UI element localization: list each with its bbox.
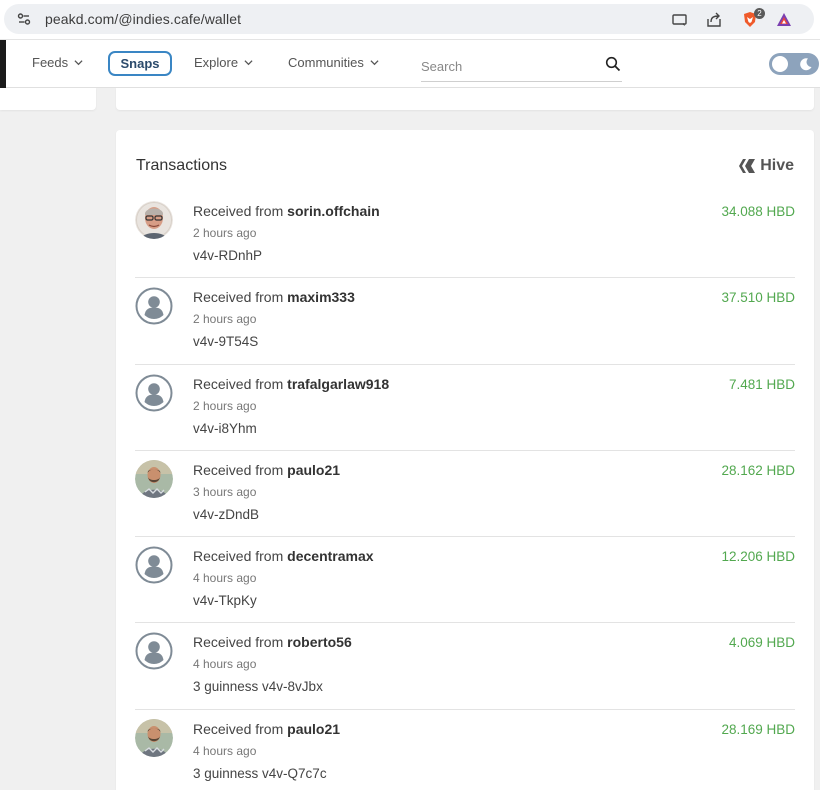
transaction-description: Received from paulo21 bbox=[193, 462, 340, 478]
transaction-description: Received from sorin.offchain bbox=[193, 203, 380, 219]
transaction-row: Received from paulo21 3 hours ago v4v-zDnd… bbox=[135, 451, 795, 538]
search-input[interactable] bbox=[421, 55, 591, 77]
transaction-prefix: Received from bbox=[193, 289, 284, 306]
brave-badge: 2 bbox=[754, 8, 765, 19]
transaction-description: Received from roberto56 bbox=[193, 634, 352, 650]
avatar[interactable] bbox=[135, 546, 173, 584]
transaction-row: Received from roberto56 4 hours ago 3 guin… bbox=[135, 623, 795, 710]
sender-username[interactable]: paulo21 bbox=[287, 721, 340, 737]
transaction-time: 2 hours ago bbox=[193, 312, 257, 327]
transaction-prefix: Received from bbox=[193, 634, 284, 651]
toggle-knob bbox=[772, 56, 788, 72]
transaction-memo: v4v-TkpKy bbox=[193, 593, 257, 609]
transaction-prefix: Received from bbox=[193, 375, 284, 392]
snaps-button[interactable]: Snaps bbox=[108, 51, 172, 76]
transaction-prefix: Received from bbox=[193, 548, 284, 565]
share-icon[interactable] bbox=[705, 11, 723, 29]
avatar[interactable] bbox=[135, 287, 173, 325]
sender-username[interactable]: sorin.offchain bbox=[287, 203, 380, 219]
transaction-description: Received from decentramax bbox=[193, 548, 374, 564]
transaction-amount: 7.481 HBD bbox=[728, 376, 795, 392]
transaction-time: 4 hours ago bbox=[193, 571, 257, 586]
transaction-description: Received from maxim333 bbox=[193, 289, 355, 305]
hive-logo-icon bbox=[739, 159, 756, 173]
address-bar[interactable]: peakd.com/@indies.cafe/wallet 2 bbox=[4, 4, 814, 34]
browser-toolbar: peakd.com/@indies.cafe/wallet 2 bbox=[0, 0, 820, 40]
transaction-time: 2 hours ago bbox=[193, 226, 257, 240]
transaction-memo: v4v-i8Yhm bbox=[193, 420, 257, 436]
avatar[interactable] bbox=[135, 201, 173, 239]
hive-label-text: Hive bbox=[760, 157, 794, 174]
sender-username[interactable]: maxim333 bbox=[287, 289, 355, 305]
transaction-prefix: Received from bbox=[193, 720, 284, 737]
avatar[interactable] bbox=[135, 374, 173, 412]
hive-currency-label: Hive bbox=[738, 157, 794, 175]
feeds-menu[interactable]: Feeds bbox=[32, 55, 83, 70]
transaction-row: Received from trafalgarlaw918 2 hours ago… bbox=[135, 365, 795, 451]
avatar[interactable] bbox=[135, 459, 173, 498]
transaction-amount: 28.169 HBD bbox=[721, 721, 795, 737]
transaction-row: Received from maxim333 2 hours ago v4v-9T5… bbox=[135, 278, 795, 365]
sender-username[interactable]: roberto56 bbox=[287, 634, 352, 650]
sender-username[interactable]: decentramax bbox=[287, 548, 373, 564]
transaction-description: Received from trafalgarlaw918 bbox=[193, 376, 389, 392]
theme-toggle[interactable] bbox=[769, 53, 819, 75]
transaction-amount: 34.088 HBD bbox=[721, 204, 795, 219]
transaction-time: 4 hours ago bbox=[193, 743, 257, 758]
communities-menu[interactable]: Communities bbox=[288, 55, 379, 70]
moon-icon bbox=[800, 58, 812, 71]
transaction-memo: 3 guinness v4v-Q7c7c bbox=[193, 765, 327, 781]
site-navbar: Feeds Snaps Explore Communities bbox=[0, 40, 820, 88]
site-settings-icon[interactable] bbox=[16, 11, 32, 27]
search-icon[interactable] bbox=[605, 56, 621, 72]
explore-menu[interactable]: Explore bbox=[194, 55, 253, 70]
transaction-row: Received from paulo21 4 hours ago 3 guinne… bbox=[135, 710, 795, 790]
transaction-prefix: Received from bbox=[193, 461, 284, 478]
transaction-amount: 28.162 HBD bbox=[721, 462, 795, 478]
transactions-card: Transactions Hive Received from sorin.of… bbox=[116, 130, 814, 790]
transaction-amount: 37.510 HBD bbox=[721, 290, 795, 306]
transaction-memo: v4v-9T54S bbox=[193, 334, 259, 350]
transactions-list: Received from sorin.offchain 2 hours ago v… bbox=[135, 192, 795, 790]
chevron-down-icon bbox=[370, 60, 379, 66]
sender-username[interactable]: paulo21 bbox=[287, 462, 340, 478]
transaction-amount: 4.069 HBD bbox=[728, 635, 795, 651]
transaction-time: 2 hours ago bbox=[193, 398, 257, 413]
transaction-row: Received from sorin.offchain 2 hours ago v… bbox=[135, 192, 795, 279]
sidebar-card-fragment bbox=[0, 88, 96, 110]
chevron-down-icon bbox=[74, 60, 83, 66]
transaction-memo: v4v-RDnhP bbox=[193, 248, 263, 263]
transaction-time: 4 hours ago bbox=[193, 657, 257, 672]
search-box bbox=[421, 50, 622, 82]
transaction-amount: 12.206 HBD bbox=[721, 549, 795, 565]
url-text[interactable]: peakd.com/@indies.cafe/wallet bbox=[45, 11, 241, 27]
transaction-row: Received from decentramax 4 hours ago v4v-… bbox=[135, 537, 795, 624]
transaction-time: 3 hours ago bbox=[193, 484, 257, 499]
feeds-label: Feeds bbox=[32, 55, 69, 70]
chevron-down-icon bbox=[244, 60, 253, 66]
sender-username[interactable]: trafalgarlaw918 bbox=[287, 376, 389, 392]
transaction-memo: v4v-zDndB bbox=[193, 506, 260, 522]
cast-icon[interactable] bbox=[671, 11, 689, 29]
avatar[interactable] bbox=[135, 632, 173, 670]
transaction-description: Received from paulo21 bbox=[193, 721, 340, 737]
transactions-title: Transactions bbox=[136, 157, 227, 174]
brave-rewards-icon[interactable] bbox=[775, 11, 793, 29]
communities-label: Communities bbox=[288, 55, 364, 70]
transaction-memo: 3 guinness v4v-8vJbx bbox=[193, 679, 323, 695]
explore-label: Explore bbox=[194, 55, 239, 70]
wallet-card-fragment bbox=[116, 88, 814, 110]
avatar[interactable] bbox=[135, 718, 173, 757]
transaction-prefix: Received from bbox=[193, 203, 284, 219]
logo-fragment bbox=[0, 40, 6, 88]
